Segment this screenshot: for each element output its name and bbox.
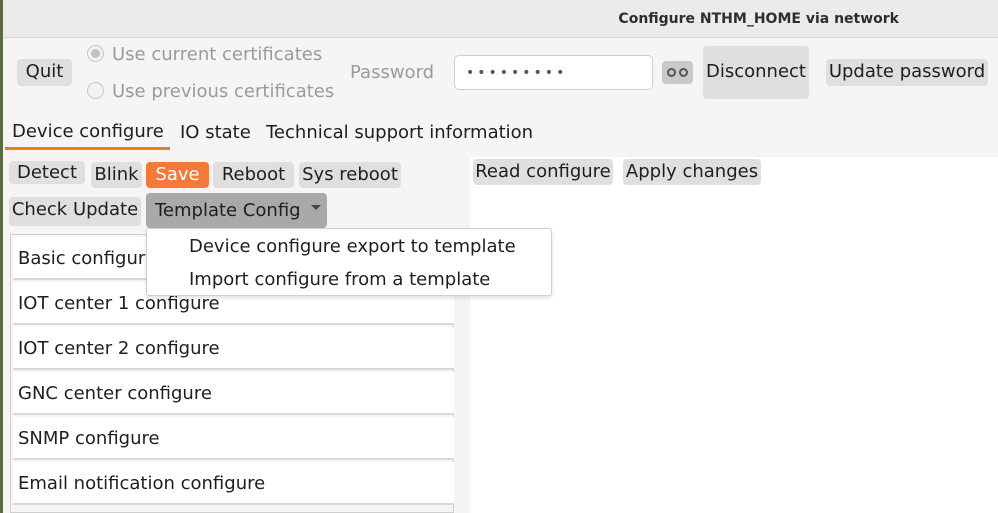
apply-changes-button[interactable]: Apply changes: [623, 159, 761, 185]
tab-io-state[interactable]: IO state: [180, 122, 251, 143]
reboot-button[interactable]: Reboot: [213, 162, 294, 188]
read-configure-button[interactable]: Read configure: [473, 159, 613, 185]
quit-button[interactable]: Quit: [17, 59, 72, 86]
update-password-button[interactable]: Update password: [826, 59, 988, 86]
menu-item-import-template[interactable]: Import configure from a template: [189, 269, 490, 290]
detect-button[interactable]: Detect: [9, 161, 85, 184]
eye-icon: [667, 68, 676, 77]
save-button[interactable]: Save: [146, 162, 209, 188]
template-config-menu: Device configure export to template Impo…: [146, 228, 552, 296]
check-update-button[interactable]: Check Update: [9, 197, 141, 226]
password-input[interactable]: •••••••••: [454, 55, 653, 90]
list-item-gnc-center[interactable]: GNC center configure: [13, 372, 454, 415]
radio-label: Use current certificates: [112, 44, 323, 65]
radio-checked-icon: [87, 45, 104, 62]
tab-device-configure[interactable]: Device configure: [12, 121, 164, 142]
menu-item-export-template[interactable]: Device configure export to template: [189, 236, 516, 257]
template-config-label: Template Config: [155, 200, 301, 221]
eye-icon: [679, 68, 688, 77]
disconnect-button[interactable]: Disconnect: [703, 46, 809, 99]
radio-unchecked-icon: [87, 82, 104, 99]
use-current-certificates-radio[interactable]: Use current certificates: [87, 44, 322, 65]
list-item-snmp[interactable]: SNMP configure: [13, 417, 454, 460]
show-password-button[interactable]: [662, 61, 693, 84]
app-window: Configure NTHM_HOME via network Quit Use…: [0, 0, 998, 513]
list-item-email-notification[interactable]: Email notification configure: [13, 462, 454, 505]
title-bar: Configure NTHM_HOME via network: [3, 0, 998, 38]
template-config-dropdown[interactable]: Template Config: [146, 193, 327, 228]
active-tab-indicator: [5, 147, 170, 150]
radio-label: Use previous certificates: [112, 81, 335, 102]
configure-editor-panel: [470, 157, 998, 513]
password-label: Password: [350, 62, 435, 83]
chevron-down-icon: [311, 205, 321, 210]
blink-button[interactable]: Blink: [91, 162, 142, 188]
list-item-iot-center-2[interactable]: IOT center 2 configure: [13, 327, 454, 370]
sys-reboot-button[interactable]: Sys reboot: [299, 162, 401, 188]
tab-technical-support[interactable]: Technical support information: [266, 122, 533, 143]
use-previous-certificates-radio[interactable]: Use previous certificates: [87, 81, 334, 102]
window-title: Configure NTHM_HOME via network: [618, 11, 899, 27]
